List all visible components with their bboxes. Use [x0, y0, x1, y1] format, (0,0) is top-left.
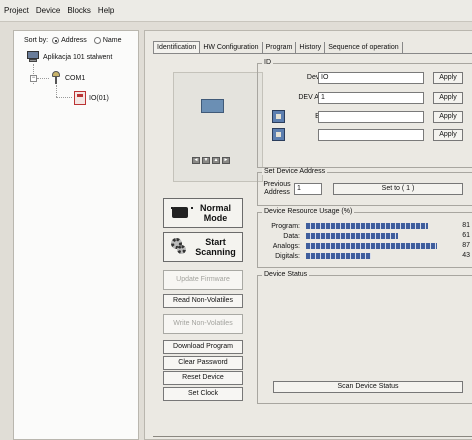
set-address-group: Set Device Address Previous Address 1 Se…: [257, 168, 472, 206]
main-panel: Identification HW Configuration Program …: [144, 30, 472, 440]
building-apply-button[interactable]: Apply: [433, 111, 463, 123]
usage-label: Data:: [283, 232, 300, 240]
menu-blocks[interactable]: Blocks: [67, 6, 91, 15]
usage-row: Program: 81: [260, 222, 472, 230]
dev-name-input[interactable]: IO: [318, 72, 424, 84]
work-area: Sort by: Address Name Aplikacja 101 stal…: [0, 22, 472, 440]
id-group: ID Dev Name IO Apply DEV Address 1 Apply…: [257, 59, 472, 168]
usage-row: Data: 61: [260, 232, 472, 240]
usage-value: 61: [462, 232, 470, 239]
reset-device-button[interactable]: Reset Device: [163, 371, 243, 385]
set-clock-button[interactable]: Set Clock: [163, 387, 243, 401]
usage-progress-bar: [306, 223, 428, 229]
sort-options: Sort by: Address Name: [24, 37, 122, 44]
read-non-volatiles-button[interactable]: Read Non-Volatiles: [163, 294, 243, 308]
scan-device-status-button[interactable]: Scan Device Status: [273, 381, 463, 393]
tree-node-project-label: Aplikacja 101 stalwent: [43, 53, 113, 61]
tab-identification[interactable]: Identification: [153, 41, 201, 53]
sort-name-radio[interactable]: [93, 37, 101, 44]
write-non-volatiles-button[interactable]: Write Non-Volatiles: [163, 314, 243, 334]
computer-icon: [26, 51, 40, 63]
dev-name-apply-button[interactable]: Apply: [433, 72, 463, 84]
menu-device[interactable]: Device: [36, 6, 60, 15]
id-group-title: ID: [262, 59, 273, 66]
sort-address-label[interactable]: Address: [61, 37, 87, 44]
tab-hw-configuration[interactable]: HW Configuration: [200, 42, 263, 53]
chip-icon: [171, 204, 193, 222]
floor-input[interactable]: [318, 129, 424, 141]
start-scanning-button[interactable]: Start Scanning: [163, 232, 243, 262]
tree-node-project[interactable]: Aplikacja 101 stalwent: [26, 51, 112, 63]
sort-label: Sort by:: [24, 37, 49, 44]
usage-progress-bar: [306, 233, 398, 239]
device-status-title: Device Status: [262, 271, 310, 278]
tab-bar: Identification HW Configuration Program …: [153, 41, 403, 53]
tree-node-device[interactable]: IO(01): [74, 91, 109, 105]
resource-usage-group: Device Resource Usage (%) Program: 81 Data…: [257, 208, 472, 268]
device-display-icon: [201, 99, 224, 113]
tree-node-com1-label: COM1: [65, 74, 86, 82]
gears-icon: [171, 238, 189, 256]
tree-node-device-label: IO(01): [89, 94, 109, 102]
clear-password-button[interactable]: Clear Password: [163, 356, 243, 370]
usage-row: Analogs: 87: [260, 242, 472, 250]
download-program-button[interactable]: Download Program: [163, 340, 243, 354]
previous-address-input[interactable]: 1: [294, 183, 322, 195]
tab-sequence-of-operation[interactable]: Sequence of operation: [325, 42, 403, 53]
usage-row: Digitals: 43: [260, 252, 472, 260]
controller-device-icon: [74, 91, 86, 105]
usage-progress-bar: [306, 253, 371, 259]
sort-name-label[interactable]: Name: [103, 37, 122, 44]
resource-usage-title: Device Resource Usage (%): [262, 208, 355, 215]
tree-node-com1[interactable]: COM1: [50, 71, 85, 85]
usage-label: Analogs:: [272, 242, 300, 250]
set-address-title: Set Device Address: [262, 168, 328, 175]
start-scanning-label: Start Scanning: [195, 237, 236, 257]
usage-value: 81: [462, 222, 470, 229]
usage-progress-bar: [306, 243, 437, 249]
building-input[interactable]: [318, 111, 424, 123]
tab-history[interactable]: History: [296, 42, 326, 53]
floor-apply-button[interactable]: Apply: [433, 129, 463, 141]
menu-bar: Project Device Blocks Help: [0, 0, 472, 22]
device-status-group: Device Status Scan Device Status: [257, 271, 472, 404]
tree-expander-com[interactable]: −: [30, 75, 37, 82]
update-firmware-button[interactable]: Update Firmware: [163, 270, 243, 290]
dev-address-apply-button[interactable]: Apply: [433, 92, 463, 104]
device-keypad-icon: ◄ ▼ ▲ ►: [192, 157, 230, 164]
device-image: ◄ ▼ ▲ ►: [173, 72, 263, 182]
previous-address-label: Previous Address: [263, 181, 291, 196]
usage-label: Digitals:: [275, 252, 300, 260]
usage-label: Program:: [271, 222, 300, 230]
menu-help[interactable]: Help: [98, 6, 114, 15]
set-address-button[interactable]: Set to ( 1 ): [333, 183, 463, 195]
connector-icon: [50, 71, 62, 85]
usage-value: 87: [462, 242, 470, 249]
tab-program[interactable]: Program: [263, 42, 297, 53]
normal-mode-button[interactable]: Normal Mode: [163, 198, 243, 228]
dev-address-input[interactable]: 1: [318, 92, 424, 104]
identification-tab-content: ◄ ▼ ▲ ► Normal Mode Start Scanning Update F…: [153, 53, 472, 440]
sort-address-radio[interactable]: [52, 37, 60, 44]
status-divider: [153, 436, 472, 437]
device-tree-panel: Sort by: Address Name Aplikacja 101 stal…: [13, 30, 139, 440]
normal-mode-label: Normal Mode: [199, 203, 231, 223]
menu-project[interactable]: Project: [4, 6, 29, 15]
usage-value: 43: [462, 252, 470, 259]
